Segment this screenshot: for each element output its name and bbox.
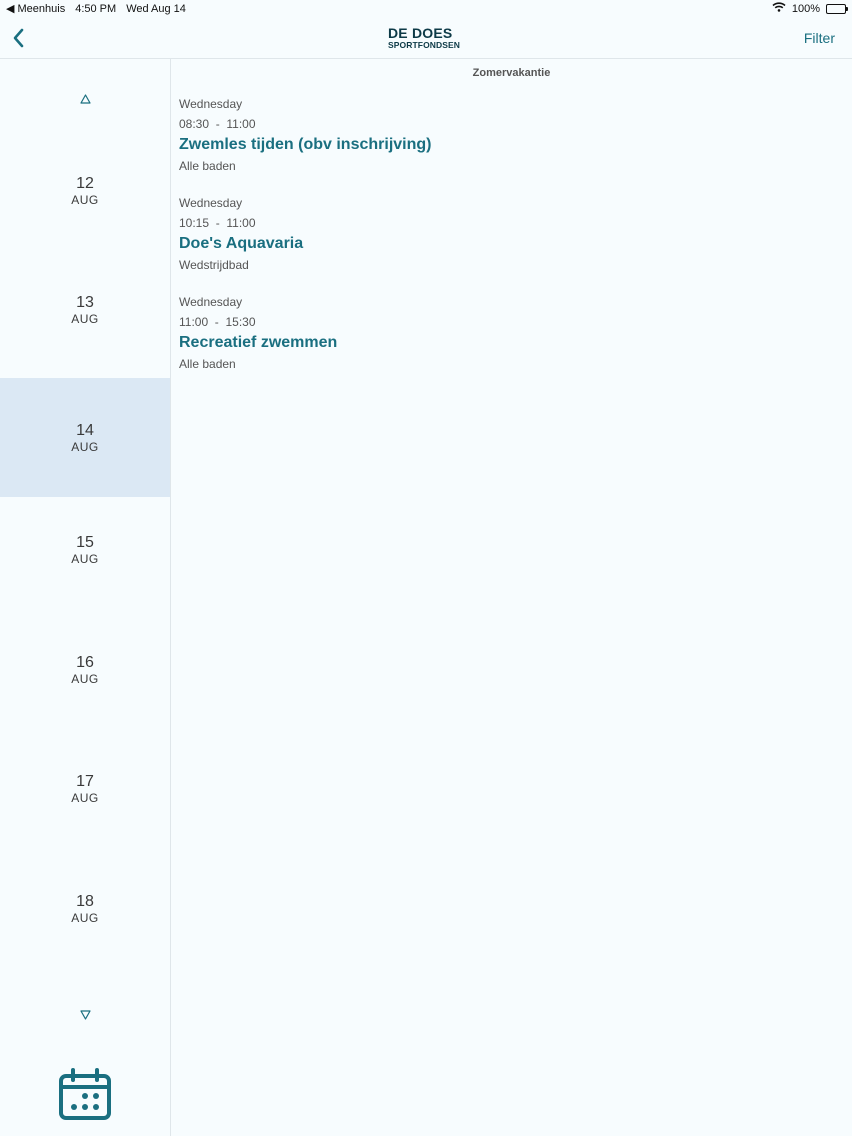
status-time: 4:50 PM bbox=[75, 2, 117, 15]
logo: DE DOES SPORTFONDSEN bbox=[388, 26, 468, 50]
day-number: 17 bbox=[76, 772, 94, 790]
battery-percent: 100% bbox=[791, 2, 820, 15]
day-month: AUG bbox=[71, 790, 99, 805]
chevron-left-icon bbox=[13, 28, 24, 48]
period-title: Zomervakantie bbox=[472, 67, 551, 79]
date-sidebar: 12 AUG 13 AUG 14 AUG 15 AUG 16 AUG 17 AU… bbox=[0, 59, 171, 1136]
event-time: 10:15 - 11:00 bbox=[179, 216, 256, 230]
event-item[interactable]: Wednesday 10:15 - 11:00 Doe's Aquavaria … bbox=[179, 196, 779, 272]
triangle-down-icon bbox=[79, 1010, 91, 1020]
day-item-17[interactable]: 17 AUG bbox=[0, 729, 170, 848]
day-item-15[interactable]: 15 AUG bbox=[0, 490, 170, 609]
day-month: AUG bbox=[71, 910, 99, 925]
day-month: AUG bbox=[71, 671, 99, 686]
scroll-up-button[interactable] bbox=[77, 92, 93, 106]
day-item-18[interactable]: 18 AUG bbox=[0, 849, 170, 968]
event-location: Alle baden bbox=[179, 159, 236, 173]
day-number: 16 bbox=[76, 653, 94, 671]
day-item-14-selected[interactable]: 14 AUG bbox=[0, 378, 170, 497]
event-title[interactable]: Doe's Aquavaria bbox=[179, 235, 779, 253]
day-number: 15 bbox=[76, 533, 94, 551]
day-number: 14 bbox=[76, 421, 94, 439]
event-title[interactable]: Recreatief zwemmen bbox=[179, 334, 779, 352]
event-item[interactable]: Wednesday 08:30 - 11:00 Zwemles tijden (… bbox=[179, 97, 779, 173]
logo-line2: SPORTFONDSEN bbox=[388, 40, 461, 50]
day-number: 18 bbox=[76, 892, 94, 910]
day-item-13[interactable]: 13 AUG bbox=[0, 250, 170, 369]
day-month: AUG bbox=[71, 551, 99, 566]
navigation-bar: DE DOES SPORTFONDSEN Filter bbox=[0, 18, 852, 59]
status-bar: ◀ Meenhuis 4:50 PM Wed Aug 14 100% bbox=[0, 0, 852, 18]
back-to-app-link[interactable]: ◀ Meenhuis bbox=[6, 2, 65, 15]
logo-line1: DE DOES bbox=[388, 25, 453, 41]
day-month: AUG bbox=[71, 192, 99, 207]
event-day: Wednesday bbox=[179, 295, 243, 309]
event-time: 11:00 - 15:30 bbox=[179, 315, 256, 329]
event-day: Wednesday bbox=[179, 196, 243, 210]
day-month: AUG bbox=[71, 439, 99, 454]
day-month: AUG bbox=[71, 311, 99, 326]
event-item[interactable]: Wednesday 11:00 - 15:30 Recreatief zwemm… bbox=[179, 295, 779, 371]
triangle-up-icon bbox=[79, 94, 91, 104]
scroll-down-button[interactable] bbox=[77, 1008, 93, 1022]
day-item-16[interactable]: 16 AUG bbox=[0, 610, 170, 729]
day-item-12[interactable]: 12 AUG bbox=[0, 131, 170, 250]
wifi-icon bbox=[772, 2, 786, 15]
back-button[interactable] bbox=[8, 24, 28, 52]
schedule-list: Zomervakantie Wednesday 08:30 - 11:00 Zw… bbox=[171, 59, 852, 1136]
event-location: Alle baden bbox=[179, 357, 236, 371]
battery-icon bbox=[826, 3, 848, 14]
calendar-icon bbox=[59, 1068, 111, 1120]
calendar-button[interactable] bbox=[58, 1068, 112, 1122]
day-number: 13 bbox=[76, 293, 94, 311]
status-date: Wed Aug 14 bbox=[126, 2, 186, 15]
day-number: 12 bbox=[76, 174, 94, 192]
event-day: Wednesday bbox=[179, 97, 243, 111]
event-time: 08:30 - 11:00 bbox=[179, 117, 256, 131]
filter-button[interactable]: Filter bbox=[804, 30, 835, 46]
event-location: Wedstrijdbad bbox=[179, 258, 249, 272]
event-title[interactable]: Zwemles tijden (obv inschrijving) bbox=[179, 136, 779, 154]
